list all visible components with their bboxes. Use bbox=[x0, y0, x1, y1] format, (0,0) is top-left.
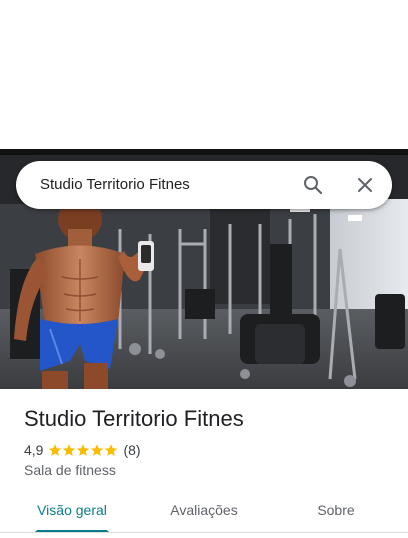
tab-overview[interactable]: Visão geral bbox=[24, 490, 120, 530]
review-count-link[interactable]: (8) bbox=[123, 442, 140, 458]
clear-search-button[interactable] bbox=[353, 173, 377, 197]
tabs-divider bbox=[0, 532, 408, 533]
star-icon bbox=[105, 444, 118, 456]
star-icon bbox=[91, 444, 104, 456]
rating-row[interactable]: 4,9 (8) bbox=[24, 441, 141, 459]
rating-stars bbox=[48, 443, 118, 457]
tab-reviews[interactable]: Avaliações bbox=[156, 490, 252, 530]
search-input[interactable]: Studio Territorio Fitnes bbox=[40, 161, 190, 209]
tab-bar: Visão geral Avaliações Sobre bbox=[0, 490, 408, 533]
star-icon bbox=[77, 444, 90, 456]
place-title: Studio Territorio Fitnes bbox=[24, 406, 244, 431]
star-icon bbox=[63, 444, 76, 456]
close-icon bbox=[358, 178, 372, 192]
search-button[interactable] bbox=[301, 173, 325, 197]
rating-value: 4,9 bbox=[24, 442, 44, 458]
search-icon bbox=[304, 176, 323, 195]
star-icon bbox=[49, 444, 62, 456]
place-category: Sala de fitness bbox=[24, 462, 116, 478]
search-bar[interactable]: Studio Territorio Fitnes bbox=[16, 161, 392, 209]
tab-about[interactable]: Sobre bbox=[296, 490, 376, 530]
